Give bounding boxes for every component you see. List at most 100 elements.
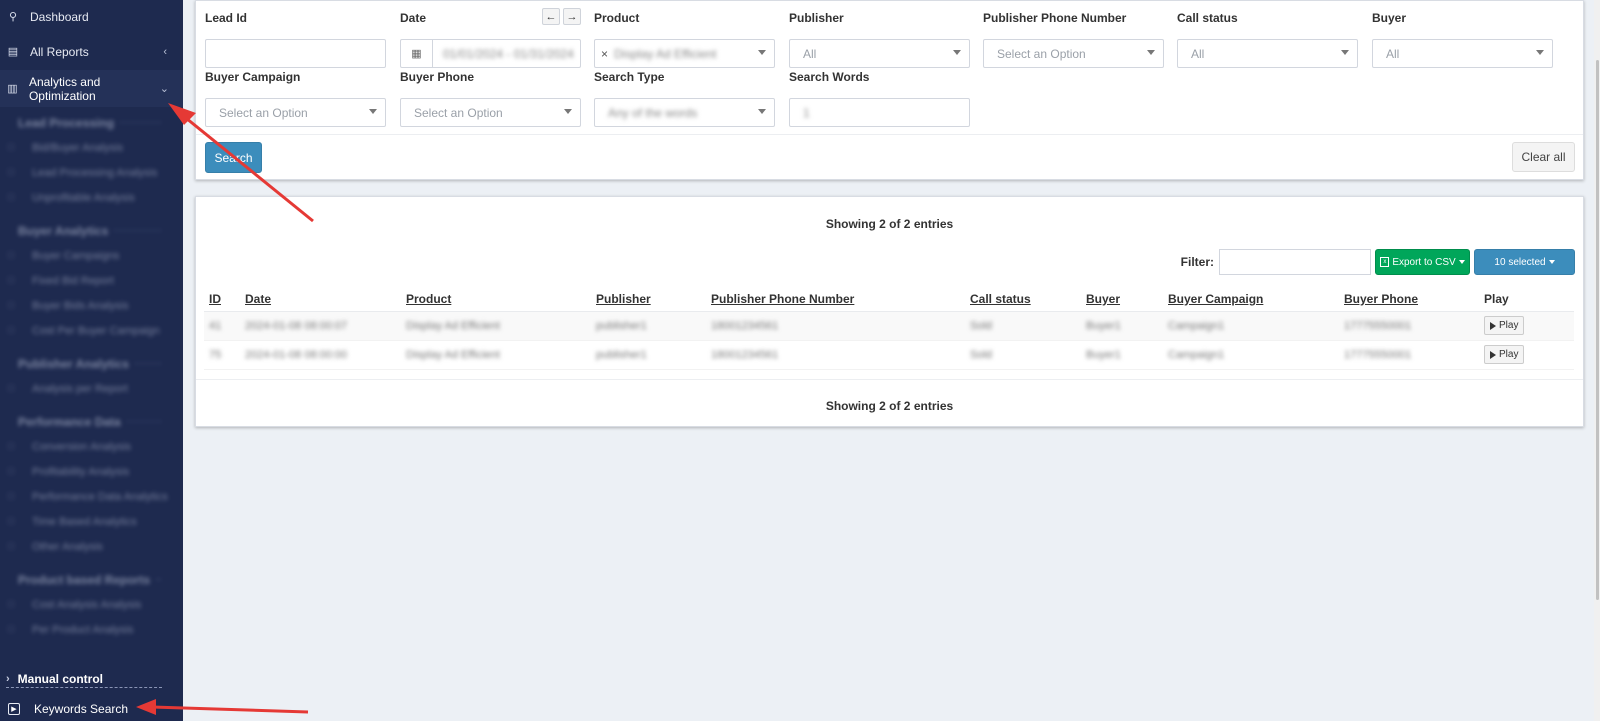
sidebar-item-label: All Reports (30, 44, 89, 59)
caret-down-icon (369, 109, 377, 114)
column-header-call-status[interactable]: Call status (965, 287, 1081, 312)
submenu-item[interactable]: □ Time Based Analytics (0, 509, 183, 534)
file-excel-icon: x (1380, 257, 1390, 267)
results-table: ID Date Product Publisher Publisher Phon… (204, 287, 1574, 370)
column-header-product[interactable]: Product (401, 287, 591, 312)
publisher-phone-select[interactable]: Select an Option (983, 39, 1164, 68)
submenu-item[interactable]: □ Conversion Analysis (0, 434, 183, 459)
submenu-item[interactable]: □ Buyer Campaigns (0, 243, 183, 268)
sidebar-item-keywords-search[interactable]: ▶ Keywords Search (0, 697, 183, 721)
columns-selected-button[interactable]: 10 selected (1474, 249, 1575, 275)
publisher-phone-field: Publisher Phone Number Select an Option (983, 10, 1164, 68)
arrow-right-icon[interactable]: → (563, 8, 581, 25)
column-header-buyer-phone[interactable]: Buyer Phone (1339, 287, 1479, 312)
filter-label: Filter: (1180, 255, 1214, 269)
filter-input[interactable] (1219, 249, 1371, 275)
submenu-item[interactable]: □ Bid/Buyer Analysis (0, 135, 183, 160)
cell-buyer-phone: 17775550001 (1344, 319, 1412, 332)
clear-all-button[interactable]: Clear all (1512, 142, 1575, 172)
search-filters-panel: Lead Id Date ← → ▦ 01/01/2024 - 01/31/20… (195, 0, 1584, 180)
call-status-label: Call status (1177, 11, 1238, 25)
play-button[interactable]: Play (1484, 316, 1525, 335)
arrow-left-icon[interactable]: ← (542, 8, 560, 25)
submenu-heading[interactable]: Publisher Analytics (0, 351, 183, 376)
divider (196, 379, 1583, 380)
submenu-item[interactable]: □ Performance Data Analytics (0, 484, 183, 509)
column-header-publisher-phone[interactable]: Publisher Phone Number (706, 287, 965, 312)
search-type-select[interactable]: Any of the words (594, 98, 775, 127)
play-square-icon: ▶ (8, 703, 20, 715)
submenu-heading[interactable]: Performance Data (0, 409, 183, 434)
export-csv-button[interactable]: x Export to CSV (1375, 249, 1470, 275)
sidebar-item-manual-control[interactable]: › Manual control (6, 670, 162, 688)
page-scrollbar[interactable] (1594, 0, 1600, 721)
submenu-item[interactable]: □ Cost Per Buyer Campaign (0, 318, 183, 343)
cell-publisher: publisher1 (596, 348, 647, 361)
dashboard-icon: ⚲ (8, 11, 18, 23)
cell-buyer-phone: 17775550001 (1344, 348, 1412, 361)
column-header-id[interactable]: ID (204, 287, 240, 312)
column-header-date[interactable]: Date (240, 287, 401, 312)
submenu-item[interactable]: □ Per Product Analysis (0, 617, 183, 642)
sidebar-item-analytics[interactable]: ▥ Analytics and Optimization ⌄ (0, 70, 183, 107)
submenu-item[interactable]: □ Profitability Analysis (0, 459, 183, 484)
column-header-buyer[interactable]: Buyer (1081, 287, 1163, 312)
column-header-play: Play (1479, 287, 1574, 312)
caret-down-icon (758, 109, 766, 114)
call-status-select[interactable]: All (1177, 39, 1358, 68)
cell-product: Display Ad Efficient (406, 319, 500, 332)
search-button[interactable]: Search (205, 142, 262, 173)
sidebar-item-label: Dashboard (30, 9, 89, 24)
column-header-publisher[interactable]: Publisher (591, 287, 706, 312)
submenu-item[interactable]: □ Cost Analysis Analysis (0, 592, 183, 617)
publisher-label: Publisher (789, 11, 844, 25)
cell-buyer: Buyer1 (1086, 319, 1121, 332)
sidebar-item-all-reports[interactable]: ▤ All Reports ‹ (0, 33, 183, 70)
scrollbar-thumb[interactable] (1596, 60, 1599, 600)
play-icon (1490, 321, 1496, 330)
submenu-item[interactable]: □ Lead Processing Analysis (0, 160, 183, 185)
sidebar: ⚲ Dashboard ▤ All Reports ‹ ▥ Analytics … (0, 0, 183, 721)
sidebar-item-dashboard[interactable]: ⚲ Dashboard (0, 0, 183, 33)
divider (196, 134, 1583, 135)
entries-count-top: Showing 2 of 2 entries (825, 217, 954, 231)
caret-down-icon (758, 50, 766, 55)
buyer-select[interactable]: All (1372, 39, 1553, 68)
date-nav: ← → (542, 8, 581, 25)
analytics-submenu: Lead Processing □ Bid/Buyer Analysis □ Lea… (0, 107, 183, 642)
submenu-heading[interactable]: Lead Processing (0, 110, 183, 135)
submenu-item[interactable]: □ Fixed Bid Report (0, 268, 183, 293)
column-header-buyer-campaign[interactable]: Buyer Campaign (1163, 287, 1339, 312)
cell-id: 75 (209, 348, 222, 361)
search-words-input[interactable]: 1 (789, 98, 970, 127)
lead-id-input[interactable] (205, 39, 386, 68)
product-select[interactable]: × Display Ad Efficient (594, 39, 775, 68)
submenu-heading[interactable]: Product based Reports (0, 567, 183, 592)
table-row: 41 2024-01-08 08:00:07 Display Ad Effici… (204, 311, 1574, 341)
buyer-phone-select[interactable]: Select an Option (400, 98, 581, 127)
clear-selection-icon[interactable]: × (601, 47, 608, 61)
buyer-field: Buyer All (1372, 10, 1553, 68)
submenu-item[interactable]: □ Analysis per Report (0, 376, 183, 401)
submenu-item[interactable]: □ Unprofitable Analysis (0, 185, 183, 210)
date-range-input[interactable]: ▦ 01/01/2024 - 01/31/2024 (400, 39, 581, 68)
cell-buyer-campaign: Campaign1 (1168, 319, 1225, 332)
table-toolbar: Filter: x Export to CSV 10 selected (1181, 249, 1575, 275)
submenu-item[interactable]: □ Buyer Bids Analysis (0, 293, 183, 318)
cell-call-status: Sold (970, 348, 993, 361)
chevron-right-icon: › (6, 672, 10, 685)
sidebar-item-label: Analytics and Optimization (28, 74, 101, 103)
submenu-heading[interactable]: Buyer Analytics (0, 218, 183, 243)
date-field: Date ← → ▦ 01/01/2024 - 01/31/2024 (400, 8, 581, 68)
table-header-row: ID Date Product Publisher Publisher Phon… (204, 287, 1574, 312)
entries-count-bottom: Showing 2 of 2 entries (825, 399, 954, 413)
buyer-phone-label: Buyer Phone (400, 70, 475, 84)
product-label: Product (594, 11, 640, 25)
buyer-phone-field: Buyer Phone Select an Option (400, 69, 581, 127)
cell-publisher-phone: 18001234561 (711, 348, 779, 361)
play-button[interactable]: Play (1484, 345, 1525, 364)
buyer-campaign-select[interactable]: Select an Option (205, 98, 386, 127)
caret-down-icon (953, 50, 961, 55)
publisher-select[interactable]: All (789, 39, 970, 68)
submenu-item[interactable]: □ Other Analysis (0, 534, 183, 559)
